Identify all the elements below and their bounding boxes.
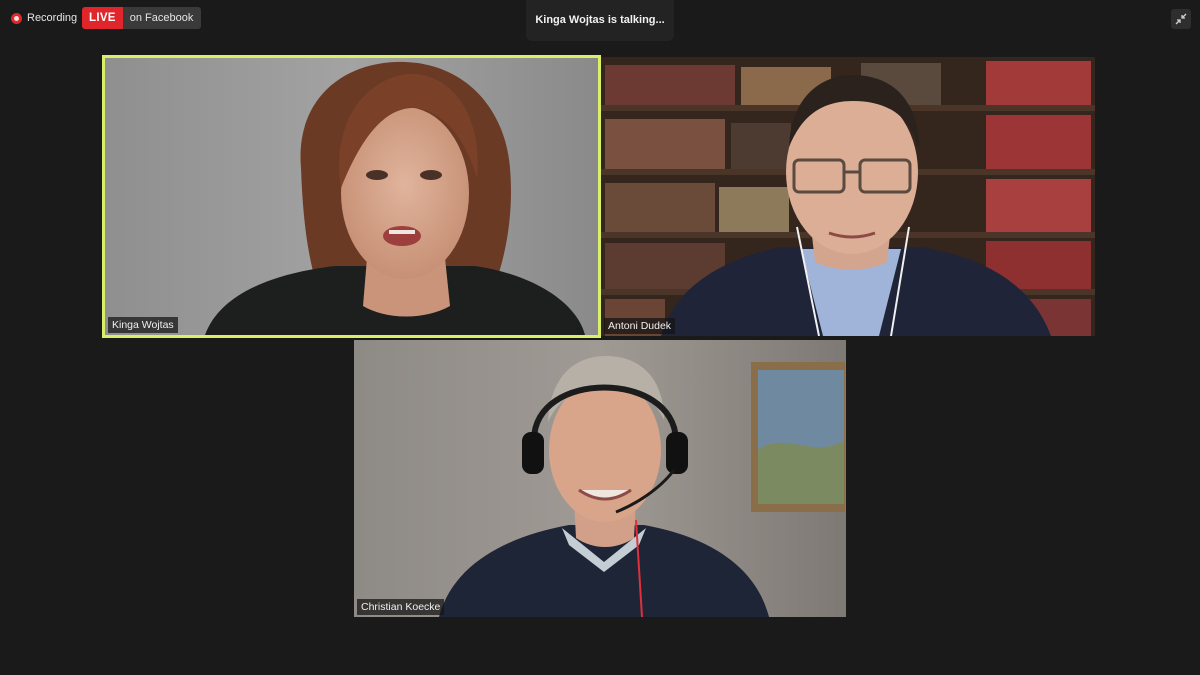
participant-video — [354, 340, 846, 617]
recording-dot-icon — [11, 12, 22, 24]
live-destination: on Facebook — [122, 7, 202, 29]
participant-name-tag: Kinga Wojtas — [108, 317, 178, 333]
recording-indicator[interactable]: Recording — [11, 10, 77, 26]
exit-fullscreen-button[interactable] — [1171, 9, 1191, 29]
participant-name-tag: Antoni Dudek — [604, 318, 676, 334]
live-badge: LIVE — [82, 7, 123, 29]
video-tile-christian-koecke[interactable]: Christian Koecke — [354, 340, 846, 617]
participant-name-tag: Christian Koecke — [357, 599, 445, 615]
video-tile-kinga-wojtas[interactable]: Kinga Wojtas — [102, 55, 601, 338]
participant-video — [601, 57, 1095, 336]
live-stream-indicator[interactable]: LIVE on Facebook — [82, 7, 202, 29]
recording-label: Recording — [27, 12, 78, 24]
participant-video — [105, 58, 598, 335]
video-tile-antoni-dudek[interactable]: Antoni Dudek — [601, 57, 1095, 336]
talking-indicator: Kinga Wojtas is talking... — [526, 0, 674, 41]
meeting-gallery-view: Recording LIVE on Facebook Kinga Wojtas … — [0, 0, 1200, 675]
exit-fullscreen-icon — [1175, 13, 1187, 25]
